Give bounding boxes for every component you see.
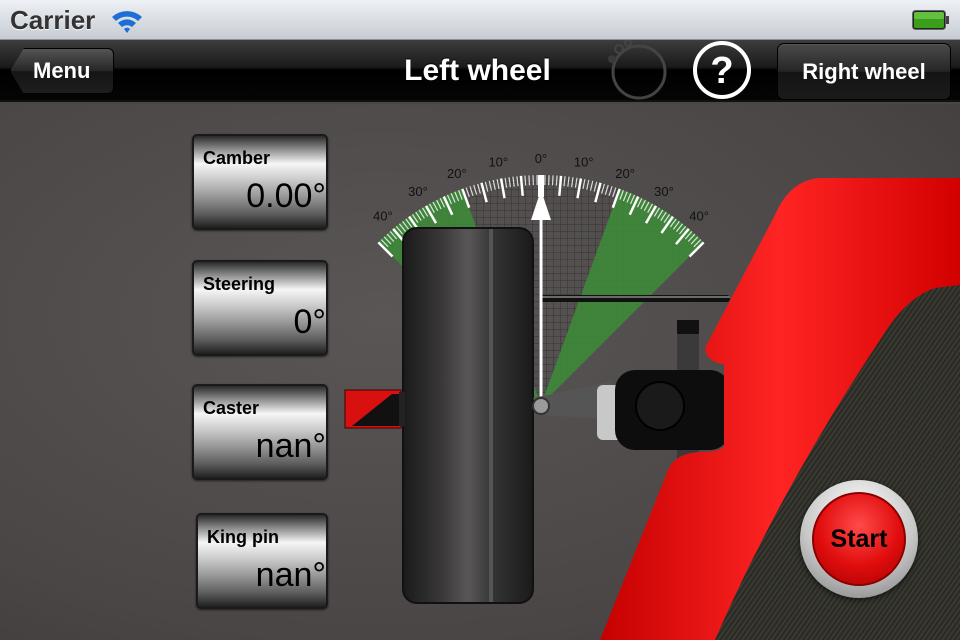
steering-label: Steering: [203, 274, 276, 294]
gauge-tick-label: 30°: [654, 184, 674, 199]
camber-value: 0.00°: [246, 177, 326, 215]
camber-readout: Camber 0.00°: [192, 134, 328, 230]
start-label: Start: [830, 524, 888, 553]
gauge-major-tick: [558, 175, 563, 196]
caster-label: Caster: [203, 398, 260, 418]
camber-label: Camber: [203, 148, 271, 168]
gauge-minor-tick: [551, 175, 554, 186]
gauge-minor-tick: [528, 175, 531, 186]
gauge-tick-label: 20°: [615, 166, 635, 181]
start-button-face: Start: [812, 492, 906, 586]
gauge-tick-label: 0°: [535, 151, 547, 166]
gauge-tick-label: 20°: [447, 166, 467, 181]
king-pin-readout: King pin nan°: [196, 513, 328, 609]
gauge-major-tick: [519, 175, 524, 196]
gauge-minor-tick: [555, 175, 558, 186]
gauge-tick-label: 40°: [373, 209, 393, 224]
tire: [402, 227, 534, 604]
caster-value: nan°: [255, 427, 326, 465]
steering-value: 0°: [293, 303, 326, 341]
gauge-tick-label: 30°: [408, 184, 428, 199]
start-button[interactable]: Start: [800, 480, 918, 598]
gauge-tick-label: 40°: [689, 209, 709, 224]
caster-readout: Caster nan°: [192, 384, 328, 480]
gauge-tick-label: 10°: [488, 155, 508, 170]
king-pin-value: nan°: [255, 556, 326, 594]
gauge-minor-tick: [524, 175, 527, 186]
steering-readout: Steering 0°: [192, 260, 328, 356]
sensor-device: [344, 389, 405, 429]
gauge-tick-label: 10°: [574, 155, 594, 170]
king-pin-label: King pin: [207, 527, 279, 547]
